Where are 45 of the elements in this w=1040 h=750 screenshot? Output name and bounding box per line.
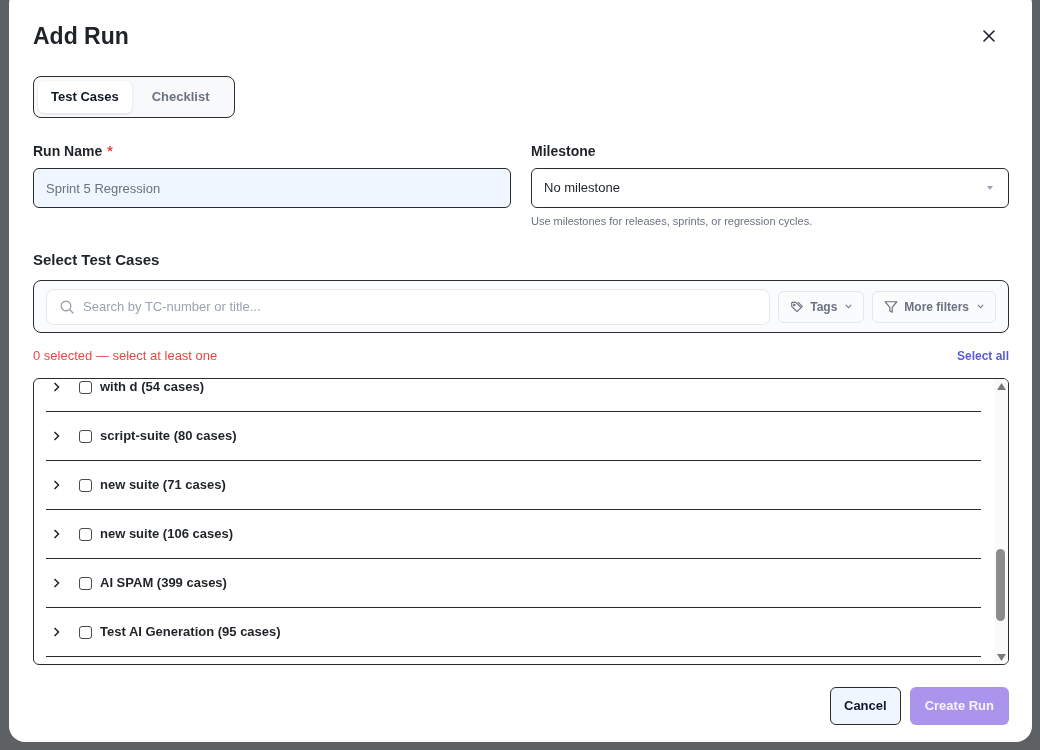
field-label: Milestone xyxy=(531,143,596,159)
chevron-right-icon[interactable] xyxy=(53,480,61,490)
chevron-right-icon[interactable] xyxy=(53,578,61,588)
caret-icon xyxy=(987,186,993,190)
checkbox[interactable] xyxy=(79,380,92,394)
chevron-right-icon[interactable] xyxy=(53,529,61,539)
checkbox[interactable] xyxy=(79,576,92,590)
search-icon xyxy=(60,299,74,314)
scrollbar-thumb[interactable] xyxy=(996,549,1005,621)
scroll-down-icon[interactable] xyxy=(997,654,1006,661)
tab[interactable]: Checklist xyxy=(131,81,230,113)
suite-label: new suite (71 cases) xyxy=(100,478,226,492)
hint-text: Use milestones for releases, sprints, or regression cycles. xyxy=(531,214,814,229)
suite-label: with d (54 cases) xyxy=(100,380,205,394)
tag-icon xyxy=(790,299,805,314)
chevron-down-icon xyxy=(977,304,984,309)
chevron-right-icon[interactable] xyxy=(53,431,61,441)
selection-status: 0 selected — select at least one xyxy=(33,347,218,365)
section-heading: Select Test Cases xyxy=(33,250,161,270)
select-all-link[interactable]: Select all xyxy=(956,348,1009,364)
chevron-right-icon[interactable] xyxy=(53,382,61,392)
required-mark: * xyxy=(107,142,113,161)
scrollbar[interactable] xyxy=(994,379,1008,664)
chevron-right-icon[interactable] xyxy=(53,627,61,637)
tab[interactable]: Test Cases xyxy=(38,81,132,113)
chevron-down-icon xyxy=(845,304,853,309)
checkbox[interactable] xyxy=(79,527,92,541)
suite-label: script-suite (80 cases) xyxy=(100,429,237,443)
milestone-select[interactable]: No milestone xyxy=(531,168,1009,208)
close-icon[interactable] xyxy=(983,30,995,42)
suite-label: AI SPAM (399 cases) xyxy=(100,576,227,590)
checkbox[interactable] xyxy=(79,625,92,639)
scroll-up-icon[interactable] xyxy=(997,383,1006,390)
dialog-title: Add Run xyxy=(33,22,129,51)
run-name-input[interactable]: Sprint 5 Regression xyxy=(33,168,511,208)
filter-dropdown[interactable]: Tags xyxy=(778,290,865,323)
cancel-button[interactable]: Cancel xyxy=(830,687,901,725)
search-field[interactable]: Search by TC-number or title... xyxy=(46,288,771,325)
field-label: Run Name xyxy=(33,142,103,161)
checkbox[interactable] xyxy=(79,478,92,492)
filter-dropdown[interactable]: More filters xyxy=(872,290,996,323)
funnel-icon xyxy=(884,299,899,314)
suite-label: Test AI Generation (95 cases) xyxy=(100,625,281,639)
checkbox[interactable] xyxy=(79,429,92,443)
suite-label: new suite (106 cases) xyxy=(100,527,233,541)
